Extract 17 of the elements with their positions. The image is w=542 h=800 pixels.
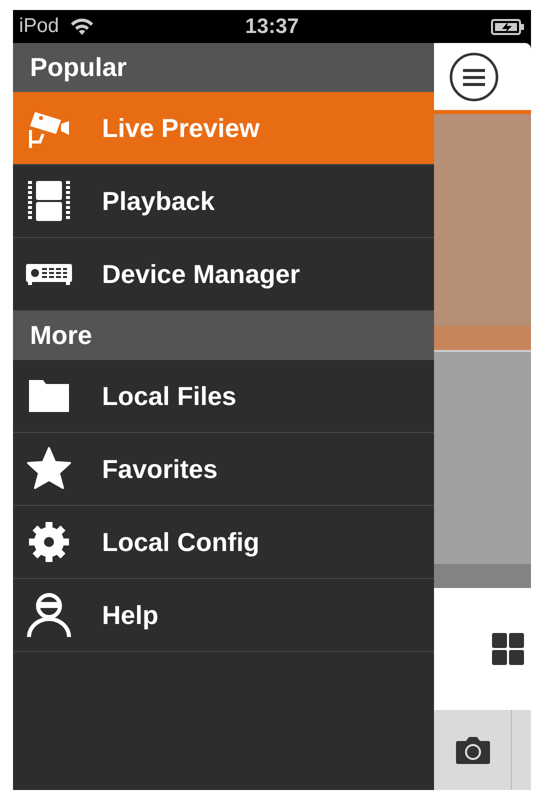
carrier-name: iPod: [19, 15, 60, 38]
person-icon: [25, 591, 73, 639]
menu-item[interactable]: Favorites: [13, 433, 434, 506]
wifi-icon: [69, 17, 96, 36]
video-tile[interactable]: [434, 114, 531, 352]
grid-layout-icon[interactable]: [492, 633, 524, 665]
camera-icon: [454, 735, 490, 765]
section-header: More: [13, 311, 434, 360]
menu-item[interactable]: Local Files: [13, 360, 434, 433]
menu-item[interactable]: Local Config: [13, 506, 434, 579]
section-header: Popular: [13, 43, 434, 92]
menu-item[interactable]: Help: [13, 579, 434, 652]
menu-button[interactable]: [449, 52, 499, 102]
menu-item[interactable]: Playback: [13, 165, 434, 238]
video-tile[interactable]: [434, 352, 531, 588]
battery-icon: [491, 18, 525, 36]
clock-time: 13:37: [245, 14, 299, 38]
